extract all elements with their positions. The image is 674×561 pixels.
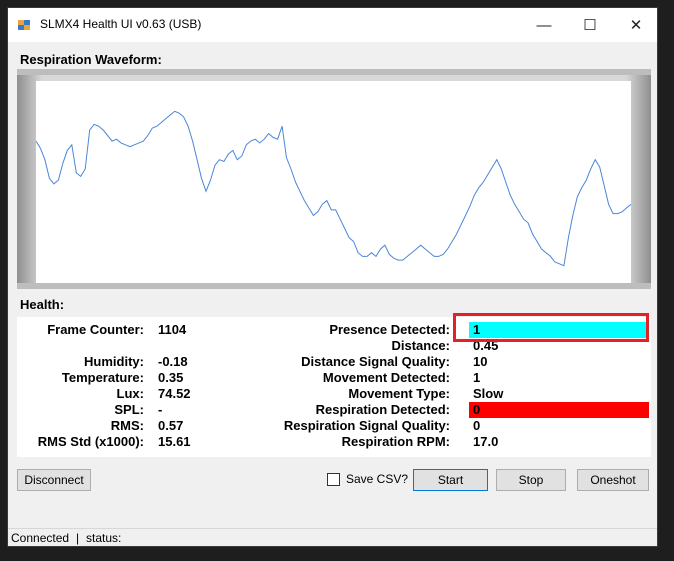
waveform-frame [17, 69, 651, 289]
distance-label: Distance: [391, 338, 450, 353]
maximize-button[interactable]: ☐ [567, 8, 613, 42]
spl-value: - [158, 402, 163, 417]
lux-value: 74.52 [158, 386, 191, 401]
spl-label: SPL: [114, 402, 144, 417]
frame-counter-value: 1104 [158, 322, 187, 337]
status-separator: | [76, 531, 80, 545]
respiration-signal-quality-value: 0 [473, 418, 481, 433]
start-button[interactable]: Start [413, 469, 488, 491]
rms-std-label: RMS Std (x1000): [37, 434, 144, 449]
distance-signal-quality-label: Distance Signal Quality: [301, 354, 450, 369]
temperature-label: Temperature: [61, 370, 144, 385]
respiration-rpm-value: 17.0 [473, 434, 499, 449]
movement-type-label: Movement Type: [348, 386, 450, 401]
save-csv-checkbox[interactable] [327, 473, 340, 486]
stop-button[interactable]: Stop [496, 469, 566, 491]
humidity-value: -0.18 [158, 354, 188, 369]
respiration-detected-value: 0 [473, 402, 481, 417]
frame-counter-label: Frame Counter: [47, 322, 144, 337]
temperature-value: 0.35 [158, 370, 184, 385]
presence-detected-label: Presence Detected: [329, 322, 450, 337]
movement-type-value: Slow [473, 386, 504, 401]
close-button[interactable]: ✕ [613, 8, 659, 42]
waveform-chart [35, 110, 632, 267]
presence-highlight-box [453, 313, 649, 342]
respiration-rpm-label: Respiration RPM: [341, 434, 450, 449]
waveform-chart-area [35, 81, 632, 283]
respiration-signal-quality-label: Respiration Signal Quality: [283, 418, 450, 433]
distance-signal-quality-value: 10 [473, 354, 488, 369]
app-icon [18, 20, 30, 30]
oneshot-button[interactable]: Oneshot [577, 469, 649, 491]
waveform-label: Respiration Waveform: [20, 52, 162, 67]
save-csv-label[interactable]: Save CSV? [346, 472, 408, 486]
app-window: SLMX4 Health UI v0.63 (USB) — ☐ ✕ Respir… [7, 7, 658, 547]
lux-label: Lux: [116, 386, 144, 401]
status-label: status: [86, 531, 122, 545]
rms-std-value: 15.61 [158, 434, 191, 449]
movement-detected-value: 1 [473, 370, 481, 385]
disconnect-button[interactable]: Disconnect [17, 469, 91, 491]
respiration-detected-indicator: 0 [469, 402, 649, 418]
window-title: SLMX4 Health UI v0.63 (USB) [40, 17, 202, 31]
health-label: Health: [20, 297, 65, 312]
status-bar: Connected | status: [8, 528, 657, 547]
respiration-detected-label: Respiration Detected: [315, 402, 450, 417]
humidity-label: Humidity: [84, 354, 144, 369]
title-bar: SLMX4 Health UI v0.63 (USB) — ☐ ✕ [8, 8, 657, 42]
waveform-series-line [35, 110, 632, 267]
minimize-button[interactable]: — [521, 8, 567, 42]
rms-value: 0.57 [158, 418, 184, 433]
movement-detected-label: Movement Detected: [322, 370, 450, 385]
rms-label: RMS: [110, 418, 144, 433]
connection-status: Connected [11, 531, 70, 545]
